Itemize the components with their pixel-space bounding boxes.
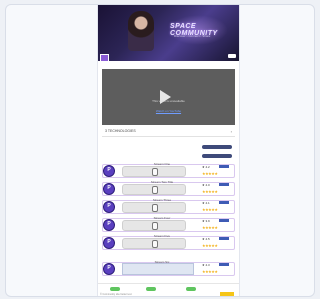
footer-button-middle[interactable] [146, 287, 156, 291]
row-meta: ★ 4.0 [202, 183, 210, 187]
mic-icon [152, 204, 158, 212]
logo-icon[interactable] [100, 54, 109, 61]
banner-button[interactable] [228, 54, 236, 58]
row-badge[interactable] [219, 237, 229, 240]
footer-text: © Community site footer text [100, 293, 132, 296]
avatar[interactable]: P [103, 183, 115, 195]
avatar[interactable]: P [103, 237, 115, 249]
avatar-letter: P [107, 203, 111, 209]
mic-icon [152, 240, 158, 248]
row-media[interactable] [122, 166, 186, 177]
row-badge[interactable] [219, 263, 229, 266]
row-meta: ★ 4.2 [202, 165, 210, 169]
video-caption: This video is unavailable [152, 99, 185, 103]
list-item[interactable]: P Stream Six ★ 4.3 ★★★★★ [102, 260, 235, 277]
video-title: 3 TECHNOLOGIES [105, 129, 136, 133]
chevron-right-icon[interactable]: › [231, 129, 232, 134]
page-content: SPACE COMMUNITY Discover • Connect • Sha… [97, 5, 240, 296]
footer-bar: © Community site footer text [98, 283, 239, 296]
avatar-letter: P [107, 265, 111, 271]
row-media[interactable] [122, 202, 186, 213]
rating-stars: ★★★★★ [202, 207, 218, 212]
footer-button-right[interactable] [186, 287, 196, 291]
avatar[interactable]: P [103, 201, 115, 213]
row-meta: ★ 3.9 [202, 219, 210, 223]
rating-stars: ★★★★★ [202, 269, 218, 274]
avatar[interactable]: P [103, 219, 115, 231]
rating-stars: ★★★★★ [202, 243, 218, 248]
rating-stars: ★★★★★ [202, 171, 218, 176]
list-item[interactable]: P Stream Two Title ★ 4.0 ★★★★★ [102, 180, 235, 197]
rating-stars: ★★★★★ [202, 225, 218, 230]
list-item[interactable]: P Stream Three ★ 4.1 ★★★★★ [102, 198, 235, 215]
row-badge[interactable] [219, 201, 229, 204]
video-player[interactable]: This video is unavailable Watch on YouTu… [102, 69, 235, 125]
avatar[interactable]: P [103, 165, 115, 177]
rating-stars: ★★★★★ [202, 189, 218, 194]
row-media[interactable] [122, 220, 186, 231]
sort-pill[interactable] [202, 154, 232, 158]
avatar-letter: P [107, 185, 111, 191]
cta-button[interactable] [220, 292, 234, 296]
list-item[interactable]: P Stream Four ★ 3.9 ★★★★★ [102, 216, 235, 233]
mic-icon [152, 222, 158, 230]
avatar-letter: P [107, 239, 111, 245]
row-meta: ★ 4.1 [202, 201, 210, 205]
banner-subtitle: Discover • Connect • Share [174, 34, 211, 38]
list-item[interactable]: P Stream One ★ 4.2 ★★★★★ [102, 162, 235, 179]
hero-banner: SPACE COMMUNITY Discover • Connect • Sha… [98, 5, 239, 61]
row-badge[interactable] [219, 219, 229, 222]
browser-card: SPACE COMMUNITY Discover • Connect • Sha… [5, 4, 315, 297]
avatar-letter: P [107, 221, 111, 227]
video-title-bar[interactable]: 3 TECHNOLOGIES › [102, 127, 235, 137]
row-badge[interactable] [219, 165, 229, 168]
row-media[interactable] [122, 238, 186, 249]
row-media[interactable] [122, 184, 186, 195]
row-badge[interactable] [219, 183, 229, 186]
mic-icon [152, 168, 158, 176]
row-meta: ★ 4.3 [202, 263, 210, 267]
row-meta: ★ 4.5 [202, 237, 210, 241]
avatar[interactable]: P [103, 263, 115, 275]
filter-pill[interactable] [202, 145, 232, 149]
list-item[interactable]: P Stream Five ★ 4.5 ★★★★★ [102, 234, 235, 251]
footer-button-left[interactable] [110, 287, 120, 291]
avatar-letter: P [107, 167, 111, 173]
mic-icon [152, 186, 158, 194]
video-link[interactable]: Watch on YouTube [152, 109, 185, 113]
banner-person-image [128, 11, 154, 51]
row-media-wide[interactable] [122, 263, 194, 275]
